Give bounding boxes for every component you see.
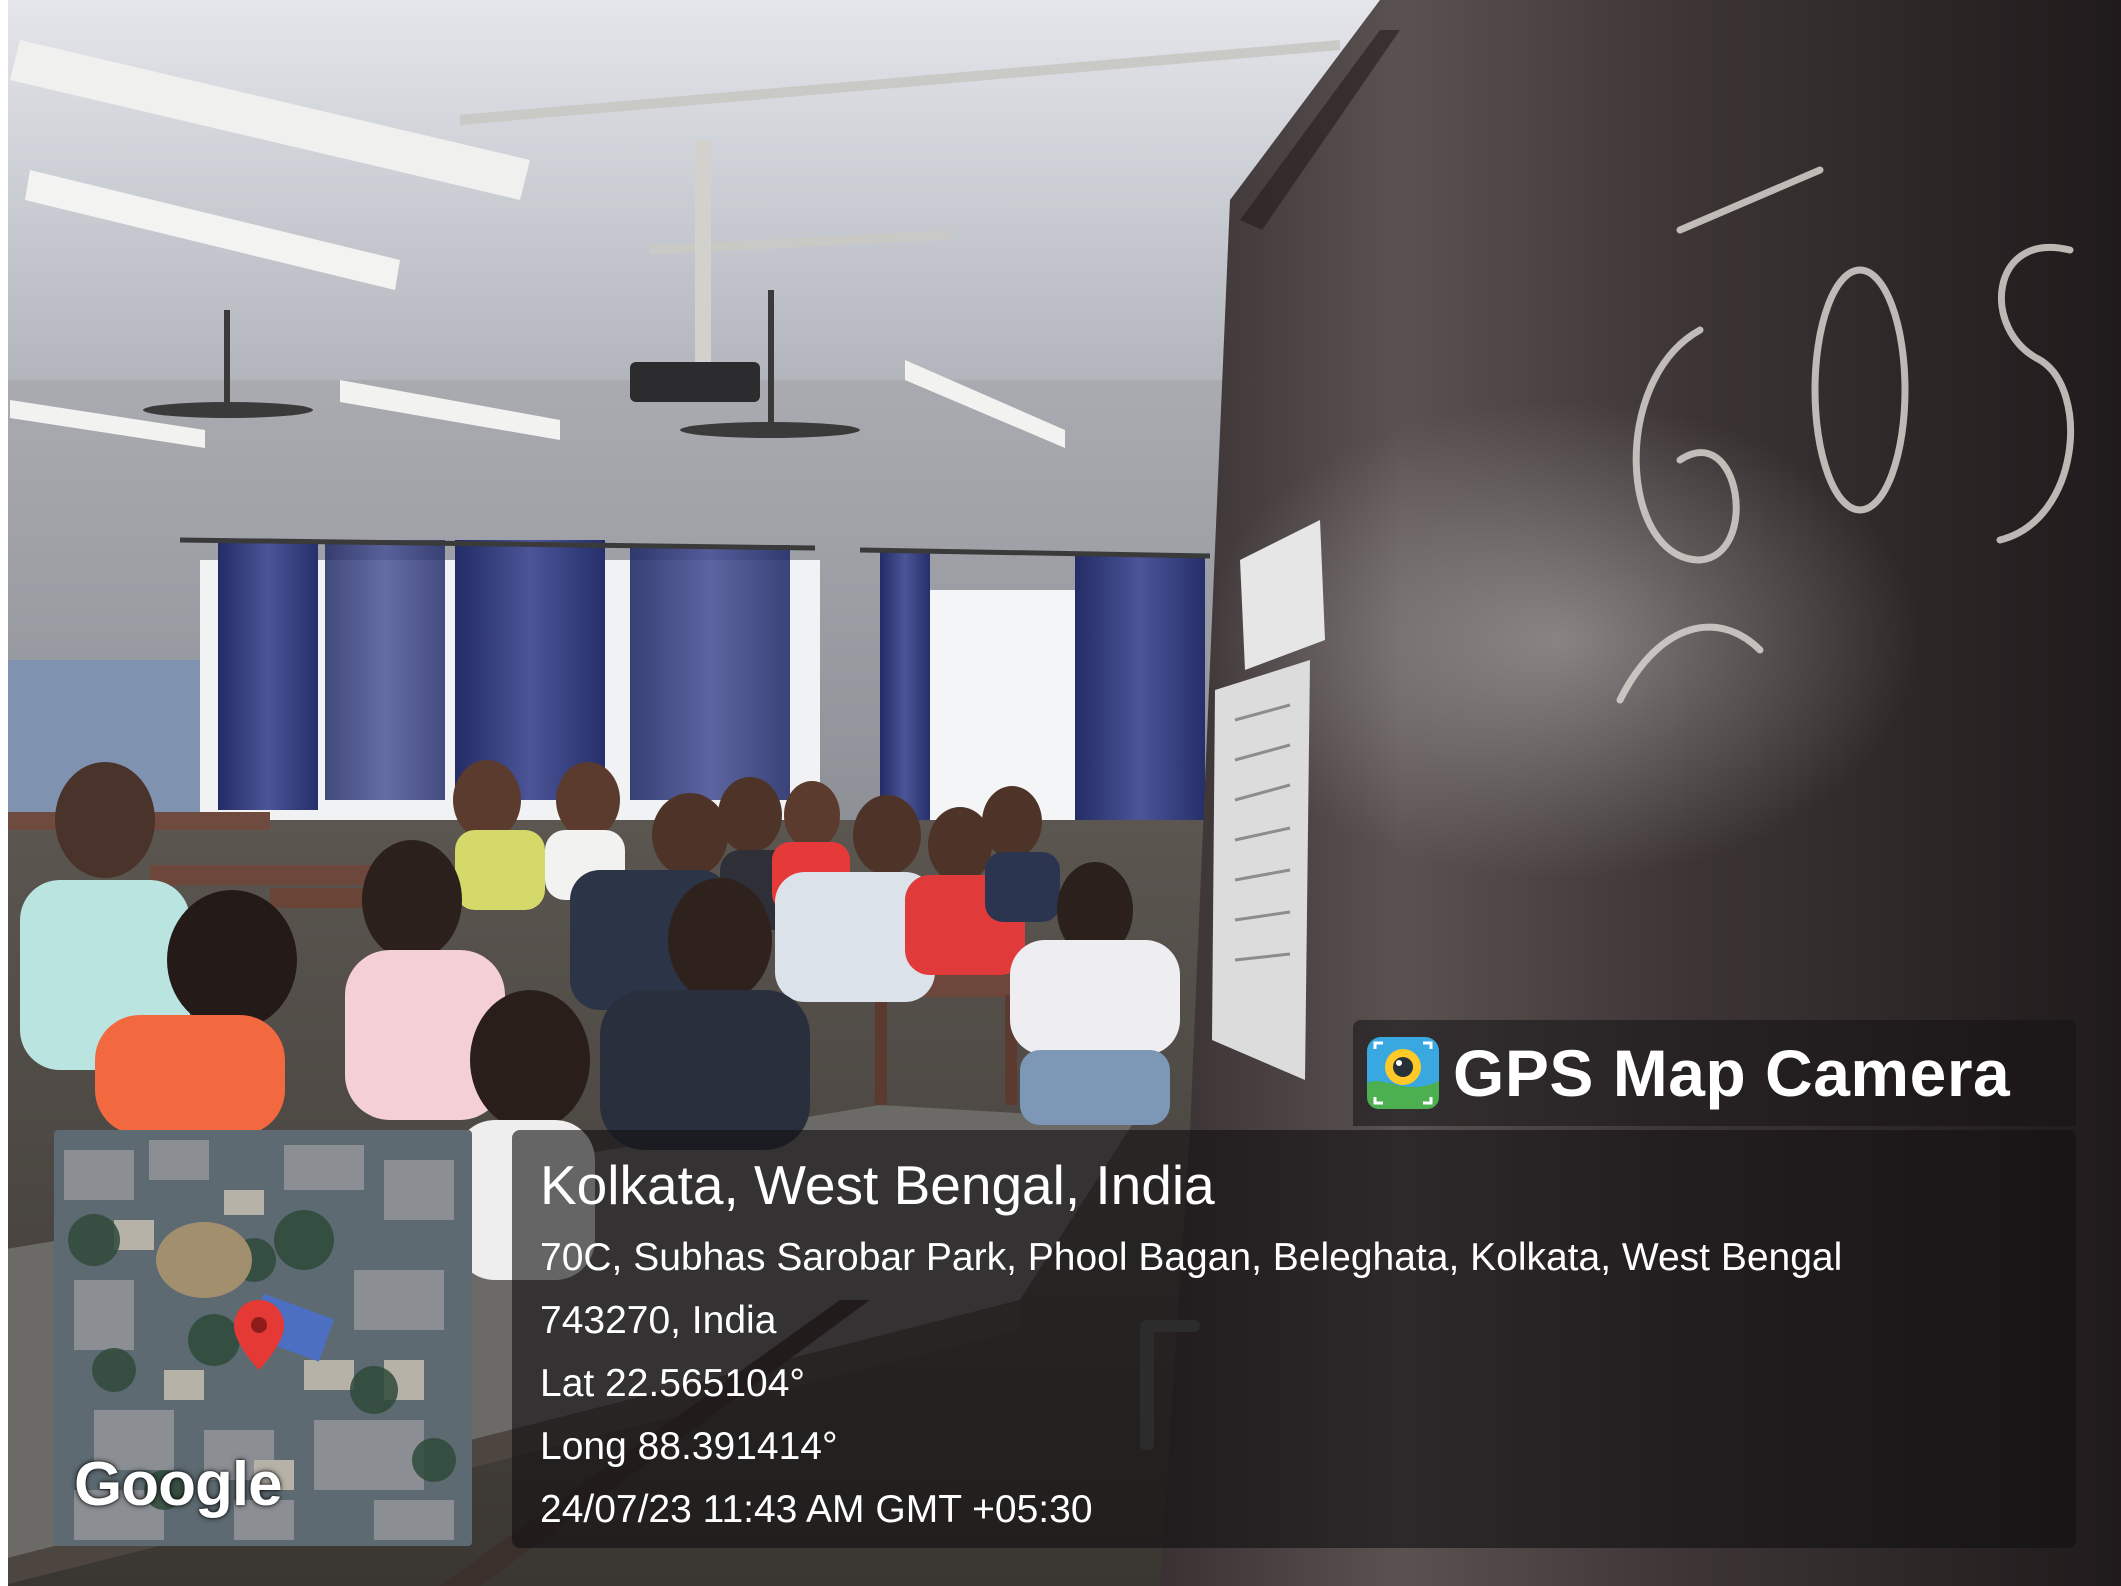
location-info-panel: Kolkata, West Bengal, India 70C, Subhas … [512,1130,2076,1548]
latitude: Lat 22.565104° [540,1362,806,1405]
address-line-2: 743270, India [540,1299,777,1342]
map-thumbnail: Google [54,1130,472,1546]
gps-brand-header: GPS Map Camera [1353,1020,2076,1126]
location-title: Kolkata, West Bengal, India [540,1154,1215,1216]
map-camera-pin-icon [1367,1037,1439,1109]
google-logo: Google [74,1450,283,1519]
timestamp: 24/07/23 11:43 AM GMT +05:30 [540,1488,1093,1531]
longitude: Long 88.391414° [540,1425,838,1468]
address-line-1: 70C, Subhas Sarobar Park, Phool Bagan, B… [540,1236,1843,1279]
brand-label: GPS Map Camera [1453,1036,2011,1110]
